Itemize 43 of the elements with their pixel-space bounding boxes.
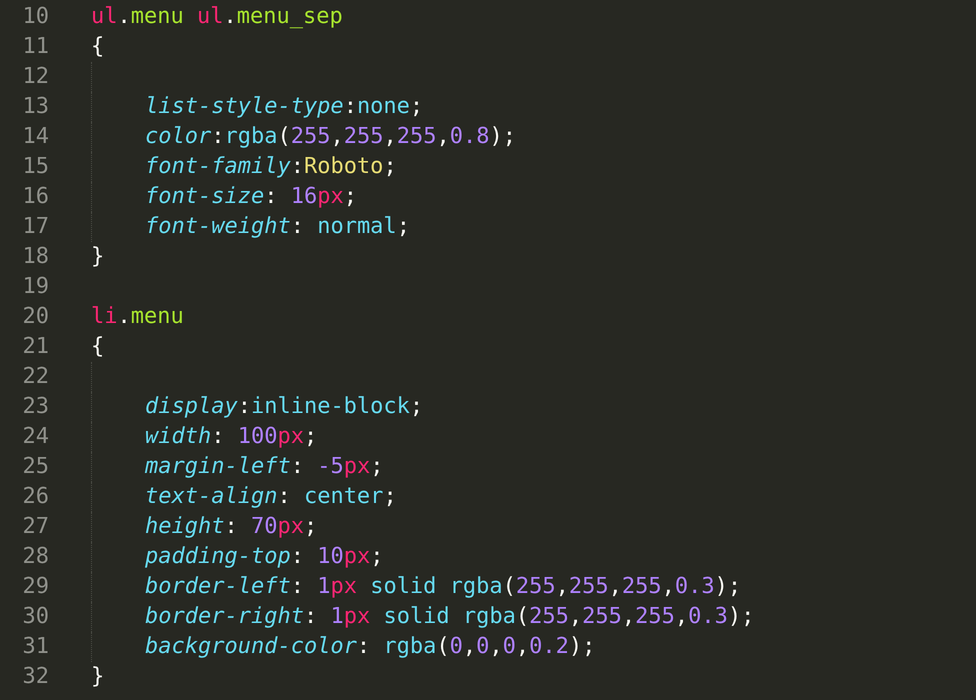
code-line: list-style-type:none; [145,93,424,121]
line-number: 30 [22,603,49,631]
line-number: 28 [22,543,49,571]
code-line: font-size: 16px; [145,183,357,211]
line-number: 27 [22,513,49,541]
code-line: color:rgba(255,255,255,0.8); [145,123,516,151]
code-line: background-color: rgba(0,0,0,0.2); [145,633,596,661]
line-number: 21 [22,333,49,361]
code-line: display:inline-block; [145,393,424,421]
code-line: font-weight: normal; [145,213,410,241]
code-line: height: 70px; [145,513,318,541]
line-number: 24 [22,423,49,451]
code-line: li.menu [91,303,184,331]
code-line: padding-top: 10px; [145,543,384,571]
line-number: 11 [22,33,49,61]
code-line: border-left: 1px solid rgba(255,255,255,0.3); [145,573,742,601]
line-number: 12 [22,63,49,91]
code-line: } [91,663,104,691]
line-number: 26 [22,483,49,511]
line-number: 16 [22,183,49,211]
line-number: 17 [22,213,49,241]
code-line: border-right: 1px solid rgba(255,255,255,0.3); [145,603,754,631]
line-number: 25 [22,453,49,481]
line-number: 10 [22,3,49,31]
line-number: 32 [22,663,49,691]
code-line: margin-left: -5px; [145,453,384,481]
line-number: 15 [22,153,49,181]
line-number: 13 [22,93,49,121]
code-line: text-align: center; [145,483,397,511]
line-number: 20 [22,303,49,331]
code-line: width: 100px; [145,423,318,451]
line-number: 18 [22,243,49,271]
line-number: 19 [22,273,49,301]
code-line: font-family:Roboto; [145,153,397,181]
code-line: ul.menu ul.menu_sep [91,3,343,31]
line-number: 22 [22,363,49,391]
code-line: { [91,333,104,361]
line-number: 23 [22,393,49,421]
code-line: { [91,33,104,61]
line-number: 29 [22,573,49,601]
code-line: } [91,243,104,271]
line-number: 14 [22,123,49,151]
line-number: 31 [22,633,49,661]
